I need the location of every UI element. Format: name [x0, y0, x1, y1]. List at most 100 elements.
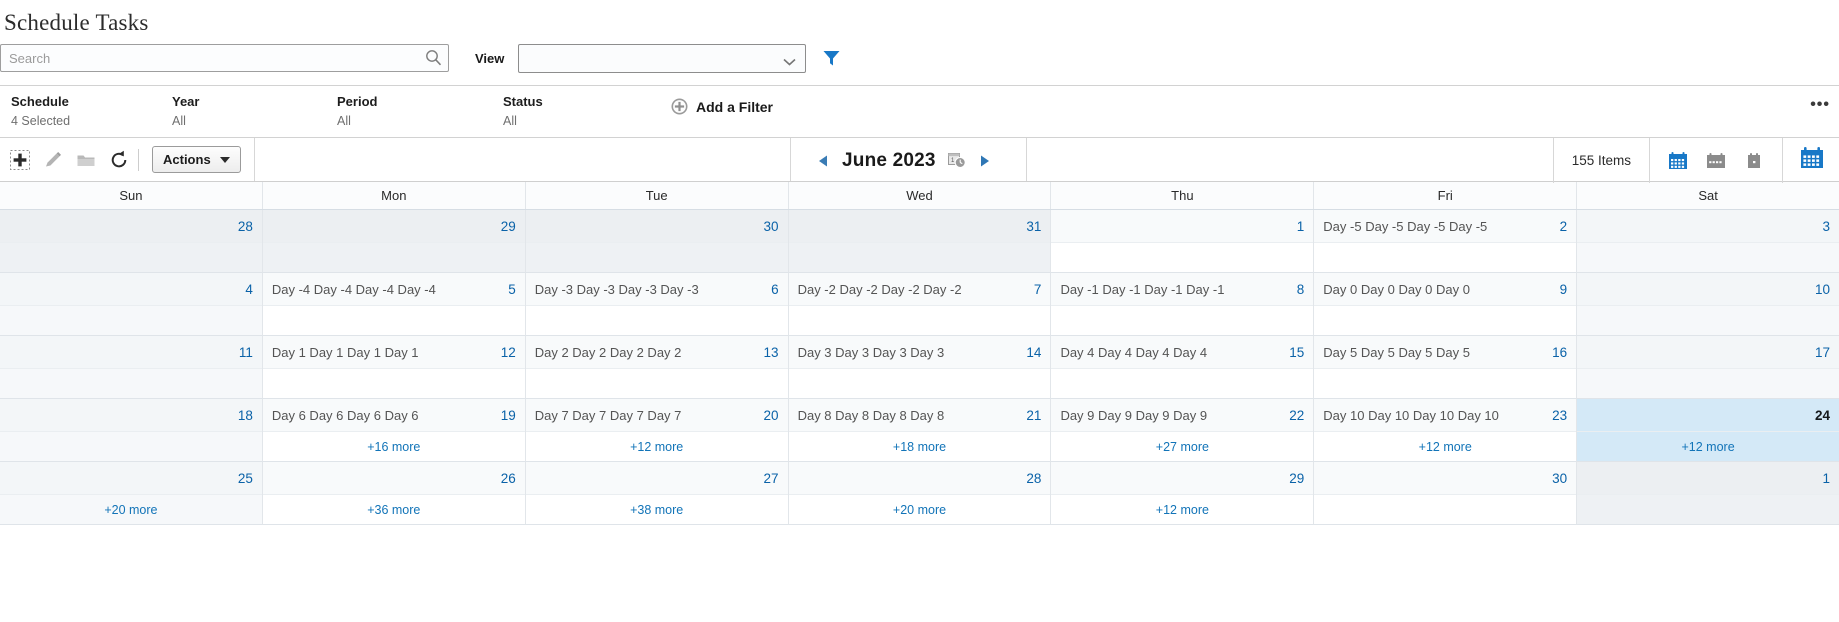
calendar-day-cell[interactable]: 18: [0, 399, 263, 462]
calendar-day-cell[interactable]: 17: [1577, 336, 1839, 399]
ellipsis-icon[interactable]: •••: [1810, 97, 1830, 113]
more-events-link[interactable]: +12 more: [1419, 440, 1472, 454]
calendar-day-number[interactable]: 1: [1297, 219, 1305, 234]
filter-value-period[interactable]: All: [337, 111, 503, 131]
calendar-day-number[interactable]: 3: [1823, 219, 1831, 234]
filter-column-period[interactable]: Period All: [337, 93, 503, 131]
calendar-day-number[interactable]: 28: [1026, 471, 1041, 486]
calendar-icon[interactable]: [1799, 147, 1825, 174]
calendar-day-cell[interactable]: 29 +12 more: [1051, 462, 1315, 525]
calendar-day-number[interactable]: 21: [1026, 408, 1041, 423]
calendar-event-text[interactable]: Day 7 Day 7 Day 7 Day 7: [535, 408, 756, 423]
calendar-day-cell[interactable]: 27 +38 more: [525, 462, 789, 525]
calendar-day-cell[interactable]: Day 6 Day 6 Day 6 Day 6 19 +16 more: [262, 399, 526, 462]
filter-column-year[interactable]: Year All: [172, 93, 337, 131]
calendar-day-cell[interactable]: 30: [525, 210, 789, 273]
calendar-day-cell[interactable]: 4: [0, 273, 263, 336]
next-month-icon[interactable]: [978, 154, 990, 168]
view-select[interactable]: [518, 43, 807, 73]
calendar-day-number[interactable]: 11: [239, 345, 253, 360]
calendar-day-number[interactable]: 31: [1026, 219, 1041, 234]
calendar-event-text[interactable]: Day 6 Day 6 Day 6 Day 6: [272, 408, 493, 423]
calendar-day-number[interactable]: 17: [1815, 345, 1830, 360]
calendar-event-text[interactable]: Day -3 Day -3 Day -3 Day -3: [535, 282, 763, 297]
more-events-link[interactable]: +12 more: [1682, 440, 1735, 454]
calendar-day-cell[interactable]: Day -3 Day -3 Day -3 Day -3 6: [525, 273, 789, 336]
add-filter-button[interactable]: Add a Filter: [671, 98, 773, 115]
calendar-day-cell[interactable]: 10: [1577, 273, 1839, 336]
month-view-icon[interactable]: [1667, 151, 1689, 171]
calendar-day-cell[interactable]: Day 2 Day 2 Day 2 Day 2 13: [525, 336, 789, 399]
filter-value-schedule[interactable]: 4 Selected: [11, 111, 172, 131]
calendar-event-text[interactable]: Day 2 Day 2 Day 2 Day 2: [535, 345, 756, 360]
calendar-day-number[interactable]: 29: [501, 219, 516, 234]
calendar-event-text[interactable]: Day 5 Day 5 Day 5 Day 5: [1323, 345, 1544, 360]
more-events-link[interactable]: +12 more: [1156, 503, 1209, 517]
more-events-link[interactable]: +16 more: [367, 440, 420, 454]
calendar-day-number[interactable]: 14: [1026, 345, 1041, 360]
day-view-icon[interactable]: [1743, 151, 1765, 171]
calendar-event-text[interactable]: Day -1 Day -1 Day -1 Day -1: [1060, 282, 1288, 297]
calendar-day-cell[interactable]: Day 8 Day 8 Day 8 Day 8 21 +18 more: [788, 399, 1052, 462]
more-events-link[interactable]: +27 more: [1156, 440, 1209, 454]
calendar-day-number[interactable]: 18: [238, 408, 253, 423]
calendar-day-number[interactable]: 19: [501, 408, 516, 423]
chevron-down-icon[interactable]: [783, 53, 796, 66]
calendar-day-number[interactable]: 13: [764, 345, 779, 360]
calendar-day-number[interactable]: 15: [1289, 345, 1304, 360]
calendar-event-text[interactable]: Day 3 Day 3 Day 3 Day 3: [798, 345, 1019, 360]
calendar-day-cell[interactable]: 24 +12 more: [1577, 399, 1839, 462]
calendar-event-text[interactable]: Day 8 Day 8 Day 8 Day 8: [798, 408, 1019, 423]
view-select-box[interactable]: [518, 43, 807, 73]
calendar-day-number[interactable]: 26: [501, 471, 516, 486]
calendar-day-cell[interactable]: 11: [0, 336, 263, 399]
previous-month-icon[interactable]: [818, 154, 830, 168]
calendar-day-cell[interactable]: Day -2 Day -2 Day -2 Day -2 7: [788, 273, 1052, 336]
actions-button[interactable]: Actions: [152, 146, 241, 173]
week-view-icon[interactable]: [1705, 151, 1727, 171]
calendar-day-cell[interactable]: Day 0 Day 0 Day 0 Day 0 9: [1314, 273, 1578, 336]
calendar-day-number[interactable]: 29: [1289, 471, 1304, 486]
calendar-day-number[interactable]: 8: [1297, 282, 1305, 297]
calendar-day-cell[interactable]: 26 +36 more: [262, 462, 526, 525]
calendar-day-cell[interactable]: 1: [1051, 210, 1315, 273]
filter-column-status[interactable]: Status All: [503, 93, 663, 131]
search-box[interactable]: [0, 44, 449, 72]
calendar-day-number[interactable]: 20: [764, 408, 779, 423]
calendar-day-number[interactable]: 16: [1552, 345, 1567, 360]
calendar-event-text[interactable]: Day 9 Day 9 Day 9 Day 9: [1060, 408, 1281, 423]
calendar-day-number[interactable]: 25: [238, 471, 253, 486]
calendar-day-number[interactable]: 30: [1552, 471, 1567, 486]
calendar-day-cell[interactable]: Day 5 Day 5 Day 5 Day 5 16: [1314, 336, 1578, 399]
more-events-link[interactable]: +20 more: [104, 503, 157, 517]
calendar-day-cell[interactable]: Day 1 Day 1 Day 1 Day 1 12: [262, 336, 526, 399]
filter-value-status[interactable]: All: [503, 111, 663, 131]
edit-pencil-icon[interactable]: [43, 150, 63, 170]
calendar-day-cell[interactable]: Day 10 Day 10 Day 10 Day 10 23 +12 more: [1314, 399, 1578, 462]
more-events-link[interactable]: +38 more: [630, 503, 683, 517]
calendar-day-number[interactable]: 1: [1823, 471, 1831, 486]
calendar-event-text[interactable]: Day -4 Day -4 Day -4 Day -4: [272, 282, 500, 297]
calendar-day-number[interactable]: 9: [1560, 282, 1568, 297]
calendar-day-number[interactable]: 4: [245, 282, 253, 297]
calendar-day-number[interactable]: 27: [764, 471, 779, 486]
calendar-event-text[interactable]: Day 10 Day 10 Day 10 Day 10: [1323, 408, 1544, 423]
calendar-day-cell[interactable]: 25 +20 more: [0, 462, 263, 525]
calendar-day-number[interactable]: 2: [1560, 219, 1568, 234]
calendar-event-text[interactable]: Day -5 Day -5 Day -5 Day -5: [1323, 219, 1551, 234]
calendar-event-text[interactable]: Day 1 Day 1 Day 1 Day 1: [272, 345, 493, 360]
calendar-day-cell[interactable]: Day -1 Day -1 Day -1 Day -1 8: [1051, 273, 1315, 336]
calendar-day-number[interactable]: 30: [764, 219, 779, 234]
calendar-day-number[interactable]: 23: [1552, 408, 1567, 423]
calendar-event-text[interactable]: Day -2 Day -2 Day -2 Day -2: [798, 282, 1026, 297]
calendar-day-number[interactable]: 28: [238, 219, 253, 234]
calendar-day-cell[interactable]: 29: [262, 210, 526, 273]
calendar-day-number[interactable]: 12: [501, 345, 516, 360]
calendar-day-cell[interactable]: Day 7 Day 7 Day 7 Day 7 20 +12 more: [525, 399, 789, 462]
calendar-day-number[interactable]: 10: [1815, 282, 1830, 297]
more-events-link[interactable]: +36 more: [367, 503, 420, 517]
filter-column-schedule[interactable]: Schedule 4 Selected: [0, 93, 172, 131]
calendar-day-cell[interactable]: 31: [788, 210, 1052, 273]
funnel-icon[interactable]: [822, 49, 841, 67]
calendar-day-cell[interactable]: Day -5 Day -5 Day -5 Day -5 2: [1314, 210, 1578, 273]
